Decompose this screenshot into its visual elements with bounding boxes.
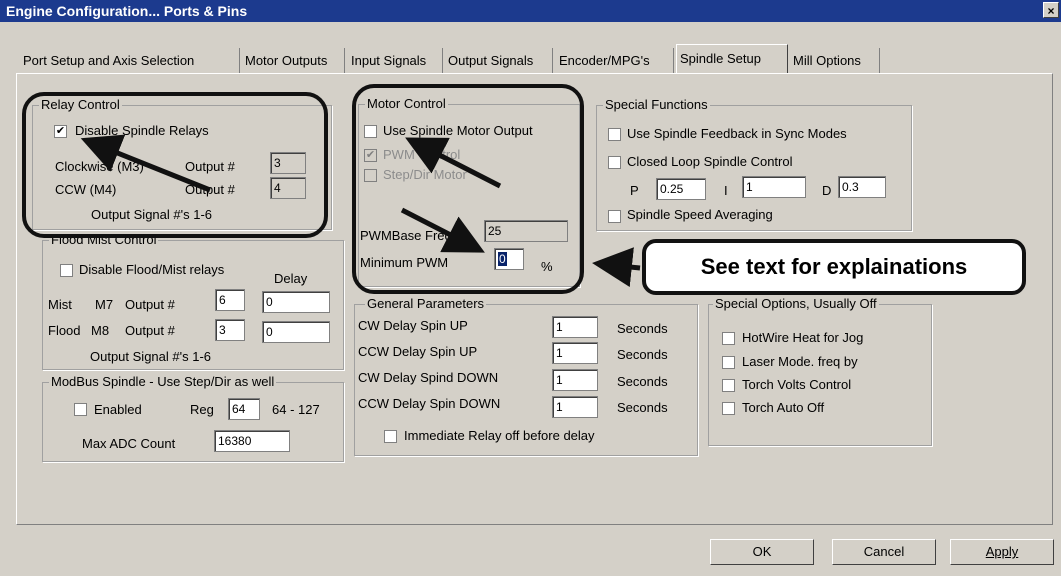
relay-arrow-icon (80, 134, 211, 193)
min-pwm-arrow-icon (400, 207, 485, 253)
annotation-arrows (80, 134, 641, 288)
motor-output-arrow-icon (405, 137, 502, 189)
annotation-arrow-icon (592, 247, 641, 288)
config-window: Engine Configuration... Ports & Pins × P… (0, 0, 1061, 576)
